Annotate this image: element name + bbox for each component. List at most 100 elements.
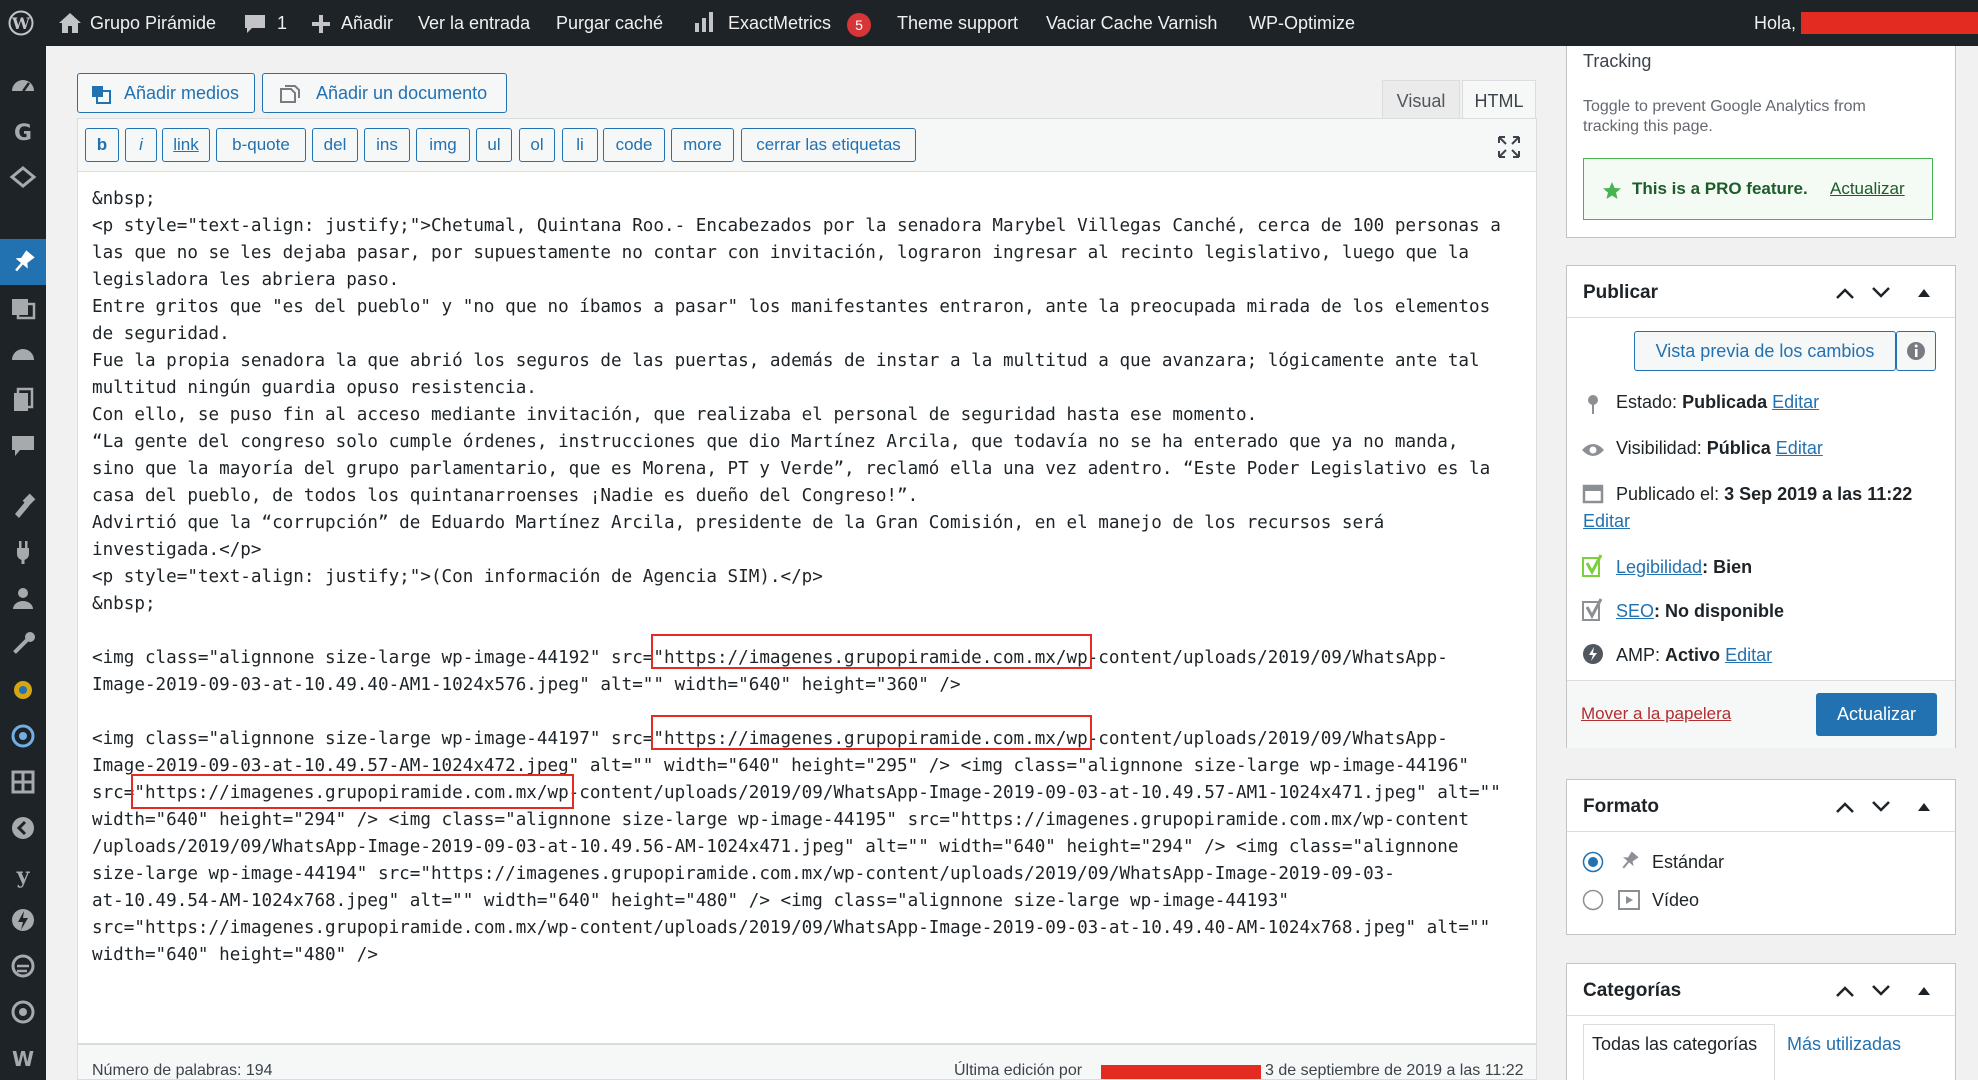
upgrade-link[interactable]: Actualizar	[1830, 179, 1905, 199]
published-edit-link[interactable]: Editar	[1583, 511, 1630, 532]
qt-bquote-button[interactable]: b-quote	[216, 128, 306, 162]
users-icon[interactable]	[9, 584, 37, 612]
format-standard-label[interactable]: Estándar	[1652, 852, 1724, 873]
site-name-link[interactable]: Grupo Pirámide	[90, 0, 216, 46]
dashboard-icon[interactable]	[9, 72, 37, 100]
editor-line: &nbsp;	[92, 594, 156, 614]
visibility-edit-link[interactable]: Editar	[1776, 438, 1823, 458]
settings-colorful-icon[interactable]	[9, 676, 37, 704]
qt-code-button[interactable]: code	[603, 128, 665, 162]
qt-li-button[interactable]: li	[562, 128, 598, 162]
editor-line: casa del pueblo, de todos los quintanarr…	[92, 486, 919, 506]
wordpress-logo-icon[interactable]: W	[8, 10, 34, 36]
move-to-trash-link[interactable]: Mover a la papelera	[1581, 704, 1731, 724]
last-edit-prefix: Última edición por	[954, 1062, 1083, 1079]
toggle-arrow-icon[interactable]	[1917, 802, 1931, 812]
chevron-up-icon[interactable]	[1835, 984, 1855, 998]
qt-more-button[interactable]: more	[671, 128, 734, 162]
plus-icon	[312, 15, 330, 33]
comments-menu-icon[interactable]	[9, 432, 37, 460]
readability-link[interactable]: Legibilidad	[1616, 557, 1702, 577]
exactmetrics-link[interactable]: ExactMetrics	[728, 0, 831, 46]
amp-edit-link[interactable]: Editar	[1725, 645, 1772, 665]
plugins-icon[interactable]	[9, 538, 37, 566]
wp-optimize-link[interactable]: WP-Optimize	[1249, 0, 1355, 46]
qt-bold-button[interactable]: b	[85, 128, 119, 162]
varnish-link[interactable]: Vaciar Cache Varnish	[1046, 0, 1217, 46]
radio-video[interactable]	[1582, 889, 1604, 911]
qt-ul-button[interactable]: ul	[476, 128, 512, 162]
toggle-arrow-icon[interactable]	[1917, 288, 1931, 298]
tab-visual[interactable]: Visual	[1382, 80, 1460, 120]
html-editor-textarea[interactable]: &nbsp; <p style="text-align: justify;">C…	[77, 171, 1537, 1044]
editor-line: <img class="alignnone size-large wp-imag…	[92, 729, 1448, 749]
radio-standard-checked[interactable]	[1582, 851, 1604, 873]
comments-count[interactable]: 1	[277, 0, 287, 46]
chevron-up-icon[interactable]	[1835, 800, 1855, 814]
yoast-icon[interactable]: y	[9, 860, 37, 888]
add-document-button[interactable]: Añadir un documento	[262, 73, 507, 113]
editor-status-bar: Número de palabras: 194 Última edición p…	[77, 1044, 1537, 1080]
gauge-icon[interactable]	[9, 340, 37, 368]
amp-bolt-icon	[1583, 644, 1603, 664]
grid-icon[interactable]	[9, 768, 37, 796]
editor-line: width="640" height="294" /> <img class="…	[92, 810, 1470, 830]
chevron-down-icon[interactable]	[1871, 286, 1891, 300]
qt-img-button[interactable]: img	[416, 128, 470, 162]
tab-most-used[interactable]: Más utilizadas	[1787, 1034, 1901, 1055]
view-post-link[interactable]: Ver la entrada	[418, 0, 530, 46]
theme-support-link[interactable]: Theme support	[897, 0, 1018, 46]
editor-line: at-10.49.54-AM-1024x768.jpeg" alt="" wid…	[92, 891, 1289, 911]
greeting[interactable]: Hola,	[1754, 0, 1796, 46]
w-icon[interactable]: W	[9, 1044, 37, 1072]
video-icon	[1618, 890, 1640, 910]
divider	[1567, 831, 1955, 832]
chevron-down-icon[interactable]	[1871, 984, 1891, 998]
add-media-button[interactable]: Añadir medios	[77, 73, 255, 113]
preview-changes-button[interactable]: Vista previa de los cambios	[1634, 331, 1896, 371]
speed-icon[interactable]	[9, 952, 37, 980]
g-plugin-icon[interactable]: G	[9, 118, 37, 146]
qt-italic-button[interactable]: i	[125, 128, 157, 162]
toggle-arrow-icon[interactable]	[1917, 986, 1931, 996]
tools-icon[interactable]	[9, 630, 37, 658]
fullscreen-icon[interactable]	[1497, 135, 1521, 159]
appearance-icon[interactable]	[9, 492, 37, 520]
pages-icon[interactable]	[9, 386, 37, 414]
editor-line: Image-2019-09-03-at-10.49.40-AM1-1024x57…	[92, 675, 961, 695]
amp-icon[interactable]	[9, 906, 37, 934]
add-new-link[interactable]: Añadir	[341, 0, 393, 46]
qt-ins-button[interactable]: ins	[364, 128, 410, 162]
chevron-up-icon[interactable]	[1835, 286, 1855, 300]
format-video-label[interactable]: Vídeo	[1652, 890, 1699, 911]
chevron-down-icon[interactable]	[1871, 800, 1891, 814]
preview-options-button[interactable]	[1896, 331, 1936, 371]
qt-ol-button[interactable]: ol	[519, 128, 555, 162]
qt-link-button[interactable]: link	[162, 128, 210, 162]
arrow-circle-icon[interactable]	[9, 814, 37, 842]
tab-html[interactable]: HTML	[1462, 80, 1536, 119]
svg-text:y: y	[16, 863, 31, 888]
yoast-readability-icon	[1582, 554, 1603, 577]
seo-link[interactable]: SEO	[1616, 601, 1654, 621]
svg-text:G: G	[14, 121, 32, 146]
editor-line: width="640" height="480" />	[92, 945, 378, 965]
qt-del-button[interactable]: del	[312, 128, 358, 162]
layers-icon[interactable]	[9, 164, 37, 192]
sync-icon[interactable]	[9, 998, 37, 1026]
editor-line: Image-2019-09-03-at-10.49.57-AM-1024x472…	[92, 756, 1470, 776]
media-icon[interactable]	[9, 294, 37, 322]
pin-icon[interactable]	[9, 248, 37, 276]
update-button[interactable]: Actualizar	[1816, 693, 1937, 736]
qt-close-tags-button[interactable]: cerrar las etiquetas	[741, 128, 916, 162]
status-edit-link[interactable]: Editar	[1772, 392, 1819, 412]
refresh-icon[interactable]	[9, 722, 37, 750]
purge-cache-link[interactable]: Purgar caché	[556, 0, 663, 46]
editor-line: src="https://imagenes.grupopiramide.com.…	[92, 918, 1491, 938]
last-edit-date: 3 de septiembre de 2019 a las 11:22	[1265, 1062, 1524, 1079]
editor-line: investigada.</p>	[92, 540, 262, 560]
tab-all-categories[interactable]: Todas las categorías	[1583, 1024, 1775, 1080]
categories-panel: Categorías Todas las categorías Más util…	[1566, 963, 1956, 1080]
comment-icon[interactable]	[243, 13, 267, 35]
bar-chart-icon	[695, 12, 713, 32]
